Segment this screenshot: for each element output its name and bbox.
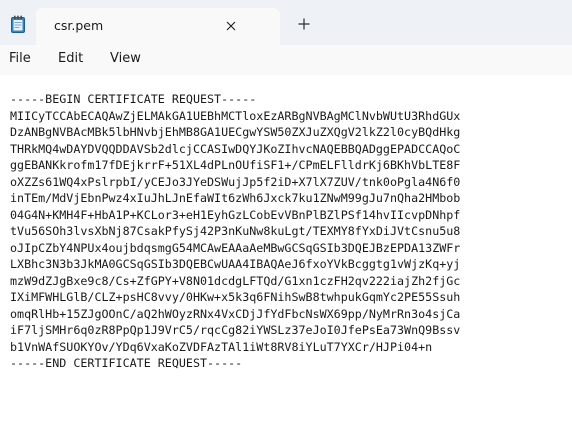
text-line: oXZZs61WQ4xPslrpbI/yCEJo3JYeDSWujJp5f2iD… bbox=[10, 174, 461, 189]
text-line: oJIpCZbY4NPUx4oujbdqsmgG54MCAwEAAaAeMBwG… bbox=[10, 240, 461, 255]
text-editor[interactable]: -----BEGIN CERTIFICATE REQUEST----- MIIC… bbox=[0, 75, 572, 446]
text-line: THRkMQ4wDAYDVQQDDAVSb2dlcjCCASIwDQYJKoZI… bbox=[10, 141, 461, 156]
text-line: LXBhc3N3b3JkMA0GCSqGSIb3DQEBCwUAA4IBAQAe… bbox=[10, 257, 461, 271]
text-line: tVu56SOh3lvsXbNj87CsakPfySj42P3nKuNw8kuL… bbox=[10, 224, 461, 238]
plus-icon[interactable] bbox=[294, 14, 314, 34]
title-bar: csr.pem bbox=[0, 0, 572, 45]
text-line: 04G4N+KMH4F+HbA1P+KCLor3+eH1EyhGzLCobEvV… bbox=[10, 207, 461, 222]
menu-edit[interactable]: Edit bbox=[58, 51, 83, 66]
text-line: ggEBANKkrofm17fDEjkrrF+51XL4dPLnOUfiSF1+… bbox=[10, 158, 461, 172]
tab-csr-pem[interactable]: csr.pem bbox=[36, 8, 280, 45]
tab-title: csr.pem bbox=[54, 18, 104, 33]
menu-view[interactable]: View bbox=[110, 51, 141, 66]
text-line: mzW9dZJgBxe9c8/Cs+ZfGPY+V8N01dcdgLFTQd/G… bbox=[10, 273, 461, 288]
notepad-icon bbox=[11, 15, 25, 33]
text-line: iF7ljSMHr6q0zR8PpQp1J9VrC5/rqcCg82iYWSLz… bbox=[10, 323, 461, 337]
menu-file[interactable]: File bbox=[9, 51, 31, 66]
text-line: inTEm/MdVjEbnPwz4xIuJhLJnEfaWIt6zWh6Jxck… bbox=[10, 191, 461, 205]
text-line: DzANBgNVBAcMBk5lbHNvbjEhMB8GA1UECgwYSW50… bbox=[10, 125, 461, 139]
text-line: b1VnWAfSUOKYOv/YDq6VxaKoZVDFAzTAl1iWt8RV… bbox=[10, 339, 433, 354]
menu-bar: File Edit View bbox=[0, 45, 572, 75]
text-line: -----END CERTIFICATE REQUEST----- bbox=[10, 356, 243, 370]
notepad-window: csr.pem File Edit View -----BEGIN CERTIF… bbox=[0, 0, 572, 446]
text-line: IXiMFWHLGlB/CLZ+psHC8vvy/0HKw+x5k3q6FNih… bbox=[10, 290, 461, 304]
text-line: MIICyTCCAbECAQAwZjELMAkGA1UEBhMCTloxEzAR… bbox=[10, 108, 461, 123]
close-icon[interactable] bbox=[222, 17, 240, 35]
text-line: omqRlHb+15ZJgOOnC/aQ2hWOyzRNx4VxCDjJfYdF… bbox=[10, 306, 461, 321]
text-line: -----BEGIN CERTIFICATE REQUEST----- bbox=[10, 92, 257, 106]
